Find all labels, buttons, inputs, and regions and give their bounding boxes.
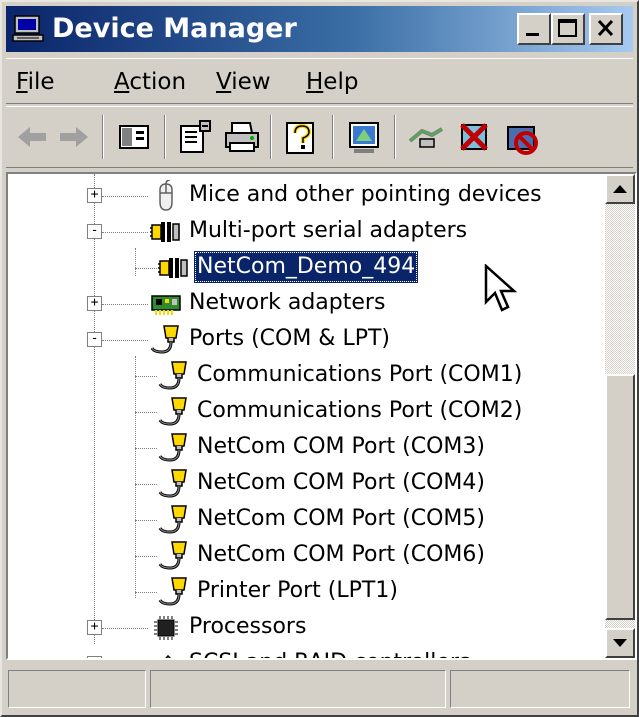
tree-connector-line <box>135 268 157 269</box>
status-pane <box>150 670 446 708</box>
multiport-adapter-icon <box>150 216 182 248</box>
expand-toggle[interactable]: + <box>87 188 102 203</box>
help-button[interactable] <box>282 117 322 157</box>
processor-icon <box>150 612 182 644</box>
uninstall-icon <box>460 123 488 151</box>
forward-button[interactable] <box>54 117 94 157</box>
mouse-cursor-icon <box>484 264 518 312</box>
multiport-adapter-icon <box>158 252 190 284</box>
maximize-button[interactable] <box>551 13 585 45</box>
uninstall-button[interactable] <box>454 117 494 157</box>
expand-toggle[interactable]: + <box>87 296 102 311</box>
scan-hardware-button[interactable] <box>344 117 384 157</box>
scroll-thumb[interactable] <box>605 374 635 620</box>
print-icon <box>225 122 259 152</box>
close-button[interactable] <box>589 13 623 45</box>
tree-connector-line <box>135 376 157 377</box>
help-icon <box>286 122 314 154</box>
expand-toggle[interactable]: + <box>87 656 102 658</box>
back-arrow-icon <box>18 127 46 147</box>
close-icon <box>597 19 614 37</box>
show-hide-tree-button[interactable] <box>114 117 154 157</box>
network-card-icon <box>150 288 182 320</box>
title-bar[interactable]: Device Manager <box>6 6 633 52</box>
menu-help[interactable]: Help <box>302 67 362 97</box>
status-pane <box>450 670 630 708</box>
toolbar-separator <box>332 115 334 159</box>
port-plug-icon <box>158 396 190 428</box>
mouse-icon <box>150 179 182 212</box>
arrow-down-icon <box>613 639 627 647</box>
device-manager-window: Device Manager File Action View Help Mic… <box>0 0 639 717</box>
tree-connector-line <box>102 196 148 197</box>
tree-connector-line <box>135 484 157 485</box>
arrow-up-icon <box>613 185 627 193</box>
status-bar <box>6 666 633 712</box>
update-driver-button[interactable] <box>406 117 446 157</box>
expand-toggle[interactable]: + <box>87 620 102 635</box>
status-pane <box>8 670 146 708</box>
tree-connector-line <box>102 628 148 629</box>
port-plug-icon <box>158 468 190 500</box>
tree-connector-line <box>102 304 148 305</box>
menu-view[interactable]: View <box>212 67 275 97</box>
port-plug-icon <box>158 576 190 608</box>
scan-hardware-icon <box>349 122 379 153</box>
port-plug-icon <box>158 540 190 572</box>
menu-action[interactable]: Action <box>110 67 190 97</box>
minimize-button[interactable] <box>517 13 551 45</box>
scroll-down-button[interactable] <box>605 628 635 658</box>
tree-connector-line <box>135 448 157 449</box>
menu-bar: File Action View Help <box>6 58 633 104</box>
print-button[interactable] <box>222 117 262 157</box>
collapse-toggle[interactable]: - <box>87 224 102 239</box>
window-title: Device Manager <box>52 13 297 44</box>
minimize-icon <box>526 33 539 36</box>
toolbar-separator <box>270 115 272 159</box>
tree-connector-line <box>135 556 157 557</box>
toolbar <box>6 106 633 168</box>
tree-connector-line <box>135 412 157 413</box>
tree-connector-line <box>135 248 136 276</box>
vertical-scrollbar[interactable] <box>605 174 635 658</box>
update-driver-icon <box>408 127 444 148</box>
tree-connector-line <box>102 340 148 341</box>
properties-button[interactable] <box>176 117 216 157</box>
scsi-controller-icon <box>150 648 182 658</box>
tree-connector-line <box>102 232 148 233</box>
toolbar-separator <box>164 115 166 159</box>
port-plug-icon <box>158 432 190 464</box>
properties-icon <box>180 120 211 153</box>
tree-connector-line <box>135 356 136 598</box>
maximize-icon <box>558 19 577 37</box>
tree-connector-line <box>135 592 157 593</box>
show-hide-tree-icon <box>119 125 149 149</box>
disable-button[interactable] <box>502 117 542 157</box>
tree-connector-line <box>94 174 95 644</box>
port-plug-icon <box>158 360 190 392</box>
toolbar-separator <box>102 115 104 159</box>
device-tree-frame: Mice and other pointing devices Multi-po… <box>6 172 637 660</box>
port-plug-icon <box>158 504 190 536</box>
back-button[interactable] <box>12 117 52 157</box>
computer-icon <box>12 15 44 42</box>
tree-connector-line <box>135 520 157 521</box>
scroll-up-button[interactable] <box>605 174 635 204</box>
device-tree[interactable]: Mice and other pointing devices Multi-po… <box>8 174 605 658</box>
forward-arrow-icon <box>60 127 88 147</box>
toolbar-separator <box>394 115 396 159</box>
menu-file[interactable]: File <box>12 67 59 97</box>
port-plug-icon <box>150 324 182 356</box>
disable-icon <box>507 126 538 155</box>
collapse-toggle[interactable]: - <box>87 332 102 347</box>
